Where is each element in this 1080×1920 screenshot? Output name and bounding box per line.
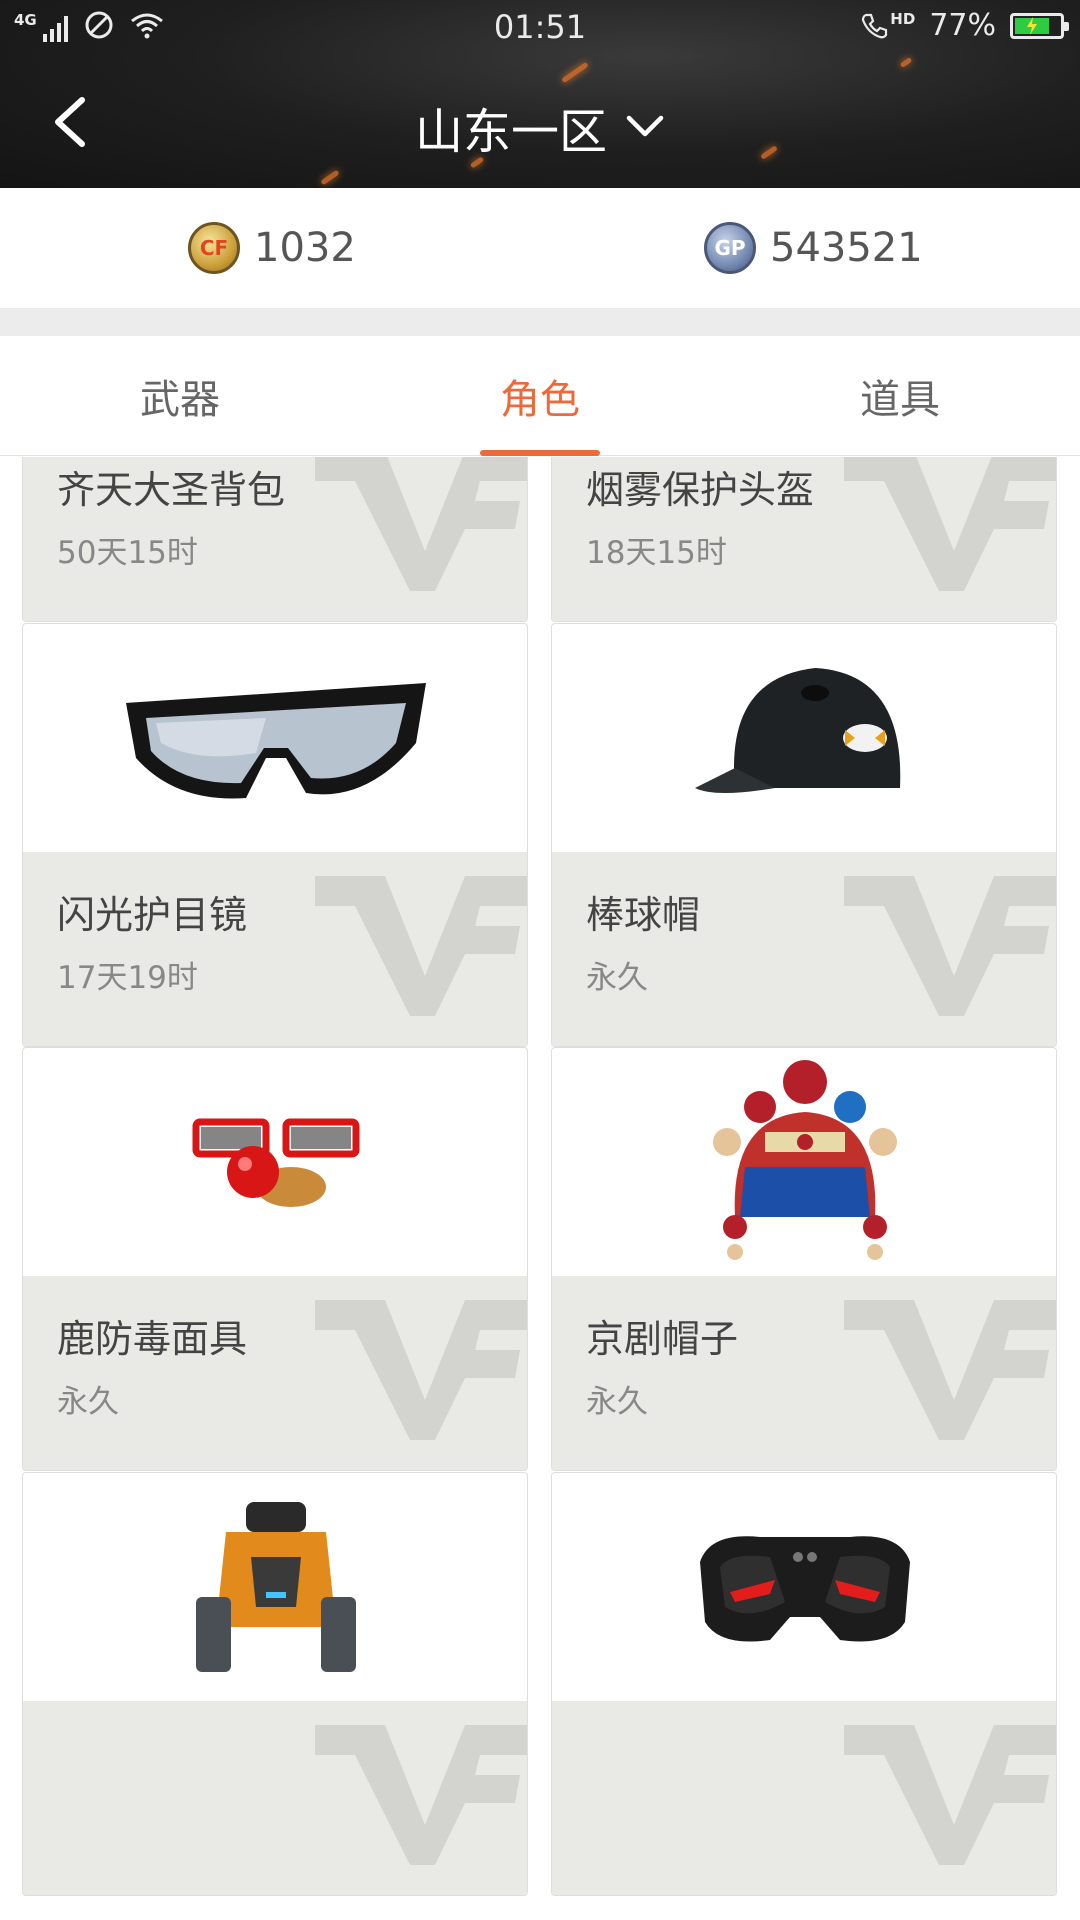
tab-characters[interactable]: 角色: [360, 336, 720, 456]
item-name: 烟雾保护头盔: [586, 468, 815, 512]
item-duration: 永久: [586, 1384, 648, 1420]
item-card[interactable]: 京剧帽子 永久: [551, 1047, 1057, 1471]
item-card[interactable]: 闪光护目镜 17天19时: [22, 623, 528, 1047]
cf-logo-watermark: [315, 1725, 527, 1865]
opera-headdress-icon: [552, 1048, 1056, 1276]
clown-nose-glasses-icon: [23, 1048, 527, 1276]
server-title: 山东一区: [414, 104, 607, 160]
item-card[interactable]: 烟雾保护头盔 18天15时: [551, 457, 1057, 622]
hd-label: HD: [890, 9, 916, 28]
item-duration: 50天15时: [57, 535, 198, 571]
item-duration: 18天15时: [586, 535, 727, 571]
item-name: 鹿防毒面具: [57, 1317, 248, 1361]
gp-value: 543521: [770, 225, 923, 271]
cf-coin-icon: CF: [188, 222, 240, 274]
cf-logo-watermark: [844, 457, 1056, 591]
cf-logo-watermark: [844, 876, 1056, 1016]
section-divider: [0, 308, 1080, 336]
cf-logo-watermark: [844, 1725, 1056, 1865]
chevron-down-icon: [626, 115, 664, 137]
server-selector[interactable]: 山东一区: [0, 92, 1080, 162]
cf-coin-value: 1032: [254, 225, 356, 271]
item-name: 京剧帽子: [586, 1317, 739, 1361]
item-card[interactable]: 鹿防毒面具 永久: [22, 1047, 528, 1471]
item-name: 闪光护目镜: [57, 893, 248, 937]
item-card[interactable]: 齐天大圣背包 50天15时: [22, 457, 528, 622]
battery-icon: [1010, 12, 1069, 39]
red-eye-mask-icon: [552, 1473, 1056, 1701]
header: 4G 01:51 HD 77% 山东一区: [0, 0, 1080, 188]
item-name: 齐天大圣背包: [57, 468, 286, 512]
item-card[interactable]: [22, 1472, 528, 1896]
item-name: 棒球帽: [586, 893, 701, 937]
category-tabs: 武器 角色 道具: [0, 336, 1080, 456]
item-duration: 永久: [57, 1384, 119, 1420]
cf-logo-watermark: [315, 876, 527, 1016]
goggles-icon: [23, 624, 527, 852]
item-duration: 永久: [586, 960, 648, 996]
cf-coin-balance: CF 1032: [188, 222, 356, 274]
tab-weapons[interactable]: 武器: [0, 336, 360, 456]
battery-percent: 77%: [929, 8, 996, 43]
item-card[interactable]: [551, 1472, 1057, 1896]
jetpack-icon: [23, 1473, 527, 1701]
active-tab-indicator: [480, 450, 600, 456]
item-card[interactable]: 棒球帽 永久: [551, 623, 1057, 1047]
item-duration: 17天19时: [57, 960, 198, 996]
gp-icon: GP: [704, 222, 756, 274]
hd-call-icon: HD: [860, 9, 916, 40]
item-grid: 齐天大圣背包 50天15时 烟雾保护头盔 18天15时 闪光护目镜 17天19时…: [0, 457, 1080, 1920]
status-bar: 4G 01:51 HD 77%: [0, 0, 1080, 56]
cf-logo-watermark: [315, 457, 527, 591]
currency-row: CF 1032 GP 543521: [0, 188, 1080, 308]
tab-items[interactable]: 道具: [720, 336, 1080, 456]
cf-logo-watermark: [844, 1300, 1056, 1440]
gp-balance: GP 543521: [704, 222, 923, 274]
cf-logo-watermark: [315, 1300, 527, 1440]
baseball-helmet-icon: [552, 624, 1056, 852]
